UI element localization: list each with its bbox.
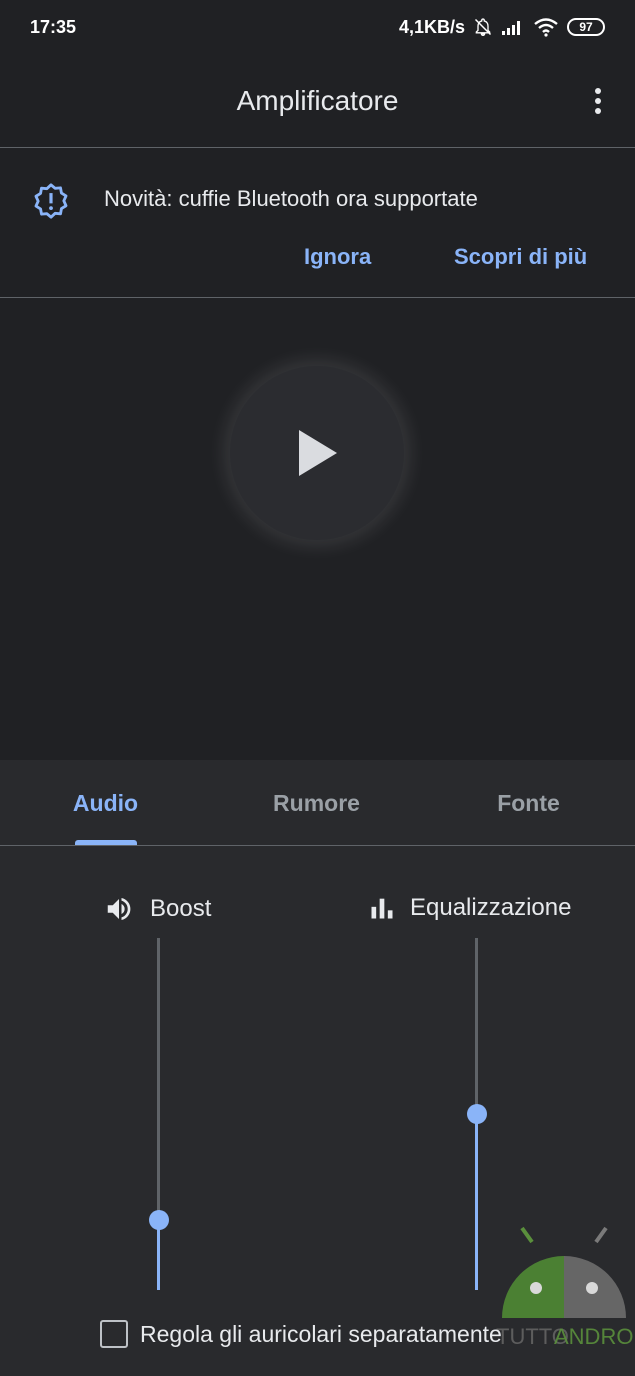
- equalizer-icon: [371, 898, 393, 919]
- player-area: [0, 298, 635, 760]
- app-bar: Amplificatore: [0, 54, 635, 148]
- boost-slider-fill: [157, 1220, 160, 1290]
- page-title: Amplificatore: [236, 84, 399, 116]
- new-releases-icon: [34, 183, 68, 219]
- tab-indicator: [75, 840, 137, 845]
- signal-icon: [502, 21, 520, 35]
- ignore-button[interactable]: Ignora: [304, 244, 371, 270]
- boost-slider[interactable]: [148, 938, 169, 1290]
- banner-text: Novità: cuffie Bluetooth ora supportate: [104, 186, 478, 211]
- separate-earbuds-label: Regola gli auricolari separatamente: [140, 1320, 502, 1347]
- more-vert-icon[interactable]: [583, 86, 613, 116]
- learn-more-button[interactable]: Scopri di più: [454, 244, 587, 270]
- tab-bar: Audio Rumore Fonte: [0, 760, 635, 846]
- separate-earbuds-row[interactable]: Regola gli auricolari separatamente: [100, 1320, 502, 1348]
- tab-rumore[interactable]: Rumore: [211, 790, 422, 817]
- bell-off-icon: [474, 18, 492, 37]
- boost-label: Boost: [150, 895, 212, 922]
- equalization-slider-thumb[interactable]: [466, 1104, 487, 1124]
- status-time: 17:35: [30, 16, 77, 37]
- watermark-logo: TUTTO ANDROID: [496, 1226, 634, 1349]
- controls-panel: Audio Rumore Fonte Boost Equalizzazione: [0, 760, 635, 1376]
- equalization-label: Equalizzazione: [410, 894, 572, 921]
- volume-icon: [107, 898, 131, 920]
- equalization-slider[interactable]: [466, 938, 487, 1290]
- tab-fonte[interactable]: Fonte: [423, 790, 634, 817]
- svg-text:ANDROID: ANDROID: [554, 1324, 634, 1349]
- equalization-label-group: Equalizzazione: [368, 894, 571, 922]
- status-bar: 17:35 4,1KB/s 97: [0, 0, 635, 54]
- battery-icon: 97: [567, 18, 605, 36]
- play-button[interactable]: [230, 366, 404, 540]
- network-speed: 4,1KB/s: [398, 16, 465, 37]
- wifi-icon: [534, 18, 558, 37]
- equalization-slider-fill: [475, 1114, 478, 1290]
- tab-audio[interactable]: Audio: [0, 790, 211, 817]
- boost-label-group: Boost: [102, 894, 211, 924]
- boost-slider-thumb[interactable]: [148, 1210, 169, 1230]
- play-icon: [299, 430, 337, 476]
- separate-earbuds-checkbox[interactable]: [100, 1320, 128, 1348]
- status-icons: 4,1KB/s 97: [399, 17, 605, 38]
- feature-banner: Novità: cuffie Bluetooth ora supportate …: [0, 148, 635, 298]
